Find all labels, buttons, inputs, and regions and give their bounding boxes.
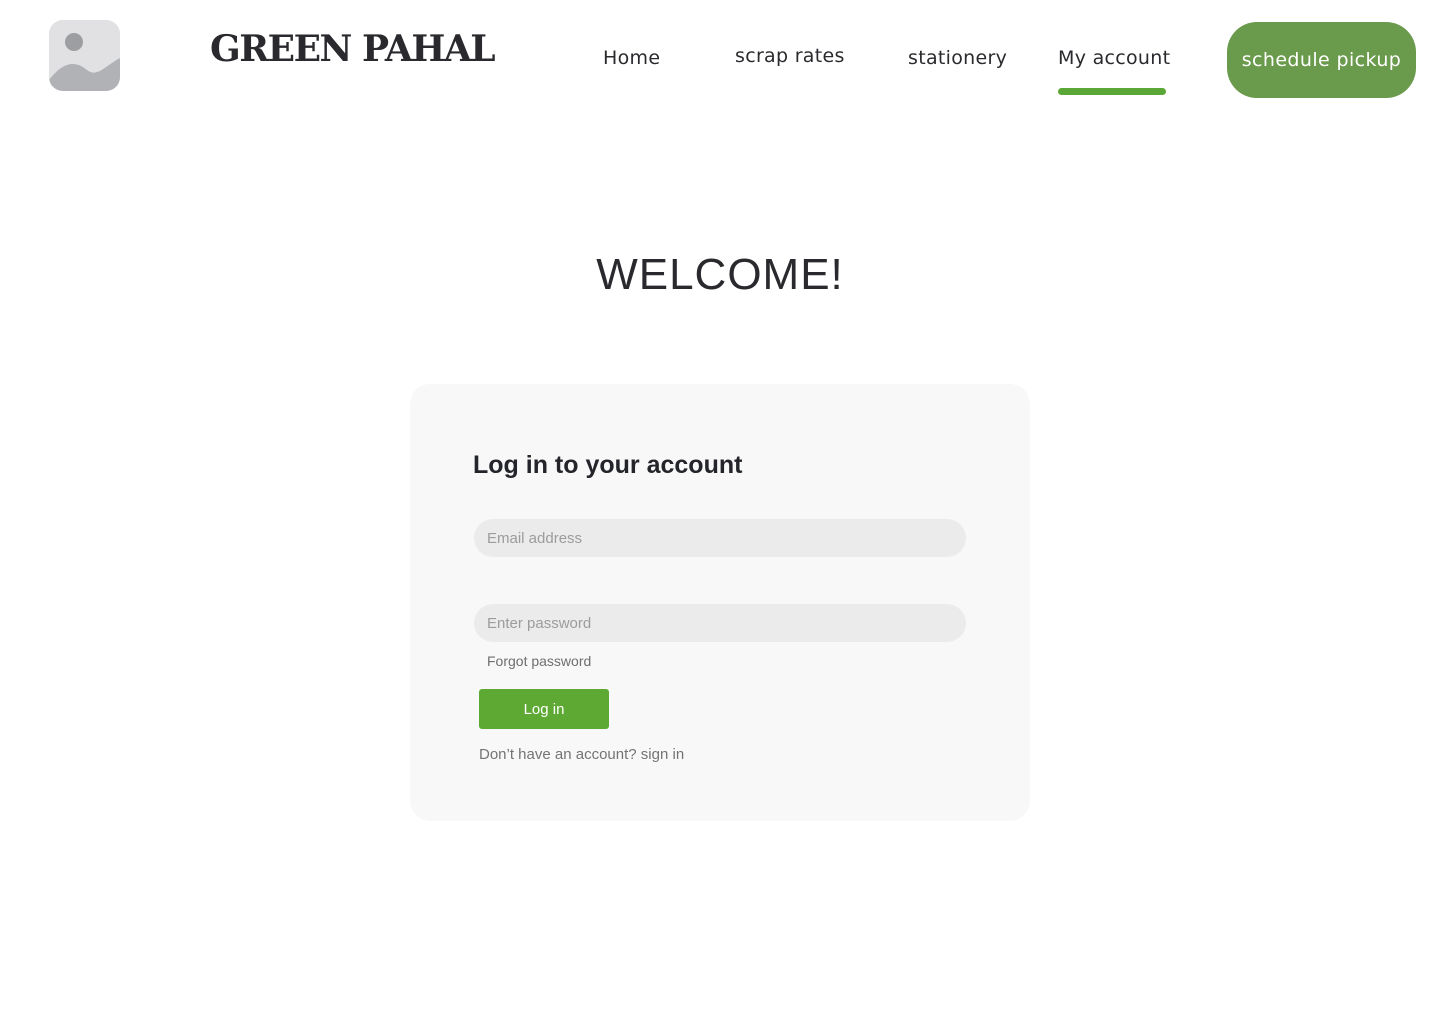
no-account-text: Don’t have an account? xyxy=(479,746,637,763)
password-input[interactable] xyxy=(474,604,966,642)
brand-name[interactable]: GREEN PAHAL xyxy=(210,28,496,70)
welcome-heading: WELCOME! xyxy=(596,250,844,299)
image-placeholder-icon xyxy=(49,20,120,91)
email-input[interactable] xyxy=(474,519,966,557)
login-button[interactable]: Log in xyxy=(479,689,609,729)
sign-in-link[interactable]: sign in xyxy=(641,746,684,763)
nav-scrap-rates[interactable]: scrap rates xyxy=(735,45,845,67)
nav-stationery[interactable]: stationery xyxy=(908,47,1007,69)
nav-my-account[interactable]: My account xyxy=(1058,47,1170,69)
schedule-pickup-button[interactable]: schedule pickup xyxy=(1227,22,1416,98)
nav-home[interactable]: Home xyxy=(603,47,660,69)
signup-prompt: Don’t have an account? sign in xyxy=(479,746,684,763)
login-title: Log in to your account xyxy=(473,451,743,479)
forgot-password-link[interactable]: Forgot password xyxy=(487,653,591,669)
site-header: GREEN PAHAL Home scrap rates stationery … xyxy=(0,0,1440,120)
login-card: Log in to your account Forgot password L… xyxy=(410,384,1030,821)
active-nav-indicator xyxy=(1058,88,1166,95)
